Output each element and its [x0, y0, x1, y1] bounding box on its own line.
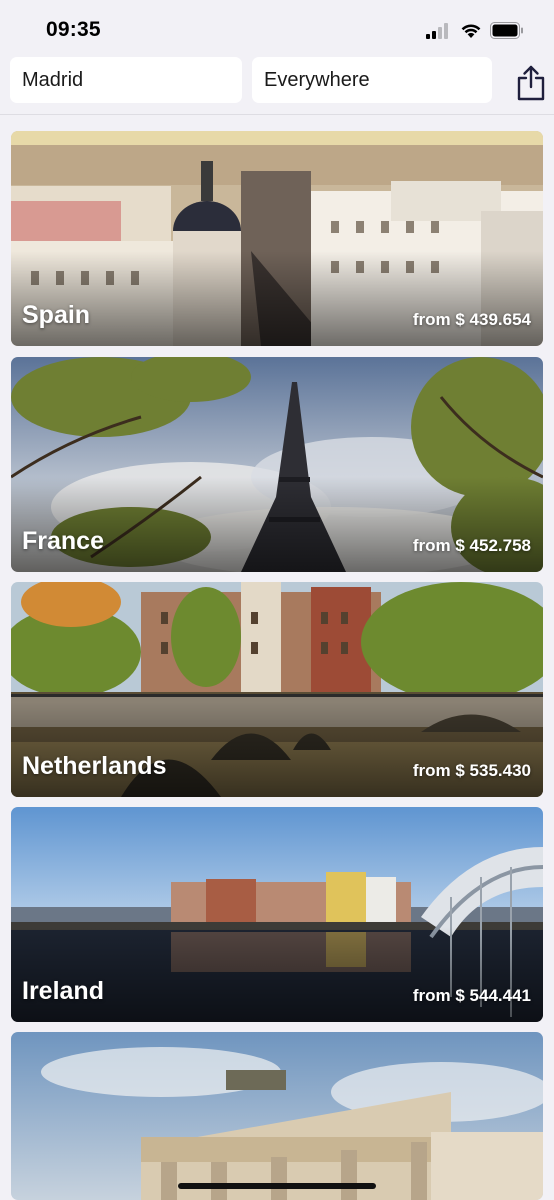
destination-price: from $ 452.758 — [412, 536, 531, 555]
battery-icon — [490, 22, 523, 39]
destination-card-partial[interactable] — [11, 1032, 543, 1200]
home-indicator[interactable] — [178, 1183, 376, 1189]
image-overlay — [11, 251, 543, 346]
destination-card-spain[interactable]: Spain from $ 439.654 — [11, 131, 543, 346]
destination-price: from $ 439.654 — [412, 310, 531, 329]
cellular-signal-icon — [426, 22, 448, 39]
destination-name: Ireland — [22, 977, 104, 1005]
image-overlay — [11, 702, 543, 797]
destination-name: Netherlands — [22, 752, 167, 780]
image-overlay — [11, 927, 543, 1022]
wifi-icon — [461, 24, 481, 38]
destination-field[interactable]: Everywhere — [252, 57, 492, 103]
destination-card-ireland[interactable]: Ireland from $ 544.441 — [11, 807, 543, 1022]
destination-image — [11, 1032, 543, 1200]
destination-name: Spain — [22, 301, 91, 329]
search-bar: Madrid Everywhere — [10, 57, 546, 104]
status-time: 09:35 — [46, 18, 101, 41]
destination-price: from $ 544.441 — [412, 986, 531, 1005]
destination-price: from $ 535.430 — [412, 761, 531, 780]
destination-card-france[interactable]: France from $ 452.758 — [11, 357, 543, 572]
share-icon[interactable] — [516, 65, 546, 101]
destination-name: France — [22, 527, 104, 555]
header-divider — [0, 114, 554, 115]
status-bar: 09:35 — [0, 0, 554, 58]
destination-card-netherlands[interactable]: Netherlands from $ 535.430 — [11, 582, 543, 797]
status-icons — [426, 22, 524, 39]
origin-field[interactable]: Madrid — [10, 57, 242, 103]
image-overlay — [11, 477, 543, 572]
